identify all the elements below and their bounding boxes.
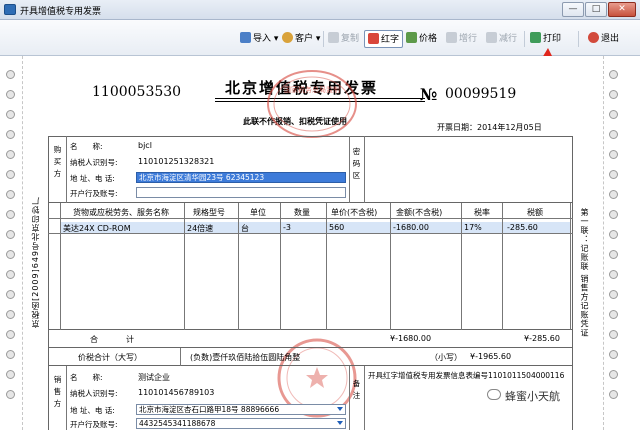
buyer-name-label: 名 称: (70, 142, 103, 151)
item-name[interactable]: 美达24X CD-ROM (63, 223, 131, 234)
seller-address-label: 地 址、电 话: (70, 406, 115, 415)
svg-text:国家税务总局监制: 国家税务总局监制 (284, 85, 340, 94)
delete-row-icon (486, 32, 497, 43)
seller-address-select[interactable]: 北京市海淀区杏石口路甲18号 88896666 (136, 404, 346, 415)
minimize-button[interactable]: — (562, 2, 584, 17)
tractor-holes-right (609, 70, 619, 410)
col-header-spec: 规格型号 (193, 208, 225, 217)
item-row-selected[interactable] (60, 222, 570, 233)
item-price[interactable]: 560 (329, 223, 344, 232)
buyer-address-label: 地 址、电 话: (70, 174, 115, 183)
copy-icon (328, 32, 339, 43)
grand-total-small-label: （小写） (430, 353, 462, 362)
buyer-bank-label: 开户行及账号: (70, 189, 118, 198)
buyer-side-label: 购买方 (53, 145, 62, 178)
perforation-left (22, 56, 23, 430)
tractor-holes-left (6, 70, 16, 410)
number-symbol: № (420, 85, 438, 104)
remarks-label: 备注 (352, 379, 361, 400)
buyer-bank-field[interactable] (136, 187, 346, 198)
item-qty[interactable]: -3 (283, 223, 291, 232)
price-button[interactable]: 价格 (406, 30, 437, 48)
invoice-number: 00099519 (445, 86, 517, 102)
toolbar-separator (524, 31, 525, 47)
col-header-unit: 单位 (250, 208, 266, 217)
total-tax: ¥-285.60 (524, 334, 560, 343)
buyer-tax-id: 110101251328321 (138, 157, 215, 166)
copy-button[interactable]: 复制 (328, 30, 359, 48)
close-button[interactable]: ✕ (608, 2, 636, 17)
exit-icon (588, 32, 599, 43)
import-button[interactable]: 导入 ▾ (240, 30, 278, 48)
price-icon (406, 32, 417, 43)
toolbar-separator (323, 31, 324, 47)
delete-row-button[interactable]: 减行 (486, 30, 517, 48)
total-amount: ¥-1680.00 (390, 334, 432, 343)
red-invoice-button[interactable]: 红字 (364, 30, 404, 48)
toolbar-separator (578, 31, 579, 47)
seller-name: 测试企业 (138, 373, 170, 382)
seller-name-label: 名 称: (70, 373, 103, 382)
grand-total-label: 价税合计（大写） (78, 353, 142, 362)
wechat-icon (487, 389, 501, 400)
tax-stamp: 国家税务总局监制 (267, 70, 357, 138)
perforation-right (603, 56, 604, 430)
item-tax[interactable]: -285.60 (507, 223, 538, 232)
col-header-qty: 数量 (294, 208, 310, 217)
red-invoice-icon (368, 33, 379, 44)
customer-icon (282, 32, 293, 43)
grand-total-words: (负数)壹仟玖佰陆拾伍圆陆角整 (190, 353, 301, 362)
item-tax-rate[interactable]: 17% (464, 223, 482, 232)
col-header-name: 货物或应税劳务、服务名称 (73, 208, 169, 217)
buyer-name: bjcl (138, 141, 152, 150)
invoice-paper: 1100053530 北京增值税专用发票 此联不作报销、扣税凭证使用 № 000… (0, 56, 640, 430)
title-bar: 开具增值税专用发票 — □ ✕ (0, 0, 640, 20)
buyer-address-field[interactable]: 北京市海淀区清华园23号 62345123 (136, 172, 346, 183)
item-amount[interactable]: -1680.00 (393, 223, 429, 232)
seller-tax-id: 110101456789103 (138, 388, 215, 397)
import-icon (240, 32, 251, 43)
grand-total-small: ¥-1965.60 (470, 352, 512, 361)
left-margin-text: 京税函[2009]649号北京印钞厂 (31, 196, 40, 328)
col-header-price: 单价(不含税) (331, 208, 378, 217)
seller-side-label: 销售方 (53, 375, 62, 408)
invoice-date: 开票日期：2014年12月05日 (437, 123, 542, 132)
seller-bank-select[interactable]: 4432545341188678 (136, 418, 346, 429)
col-header-amount: 金额(不含税) (396, 208, 443, 217)
seller-tax-id-label: 纳税人识别号: (70, 389, 118, 398)
col-header-tax-rate: 税率 (474, 208, 490, 217)
maximize-button[interactable]: □ (585, 2, 607, 17)
item-unit[interactable]: 台 (241, 223, 249, 234)
total-label: 合 计 (90, 335, 135, 344)
right-margin-text: 第一联：记账联 销售方记账凭证 (580, 208, 589, 338)
remarks-text: 开具红字增值税专用发票信息表编号1101011504000116 (368, 371, 565, 380)
invoice-code: 1100053530 (92, 84, 182, 100)
buyer-tax-id-label: 纳税人识别号: (70, 158, 118, 167)
cipher-area-label: 密码区 (352, 147, 361, 180)
add-row-button[interactable]: 增行 (446, 30, 477, 48)
col-header-tax: 税额 (527, 208, 543, 217)
watermark: 蜂蜜小天航 (505, 390, 560, 403)
chevron-down-icon (337, 407, 343, 411)
app-icon (4, 4, 16, 15)
exit-button[interactable]: 退出 (588, 30, 619, 48)
seller-bank-label: 开户行及账号: (70, 420, 118, 429)
add-row-icon (446, 32, 457, 43)
item-spec[interactable]: 24倍速 (187, 223, 213, 234)
chevron-down-icon (337, 421, 343, 425)
customer-button[interactable]: 客户 ▾ (282, 30, 320, 48)
window-title: 开具增值税专用发票 (20, 7, 102, 17)
printer-icon (530, 32, 541, 43)
